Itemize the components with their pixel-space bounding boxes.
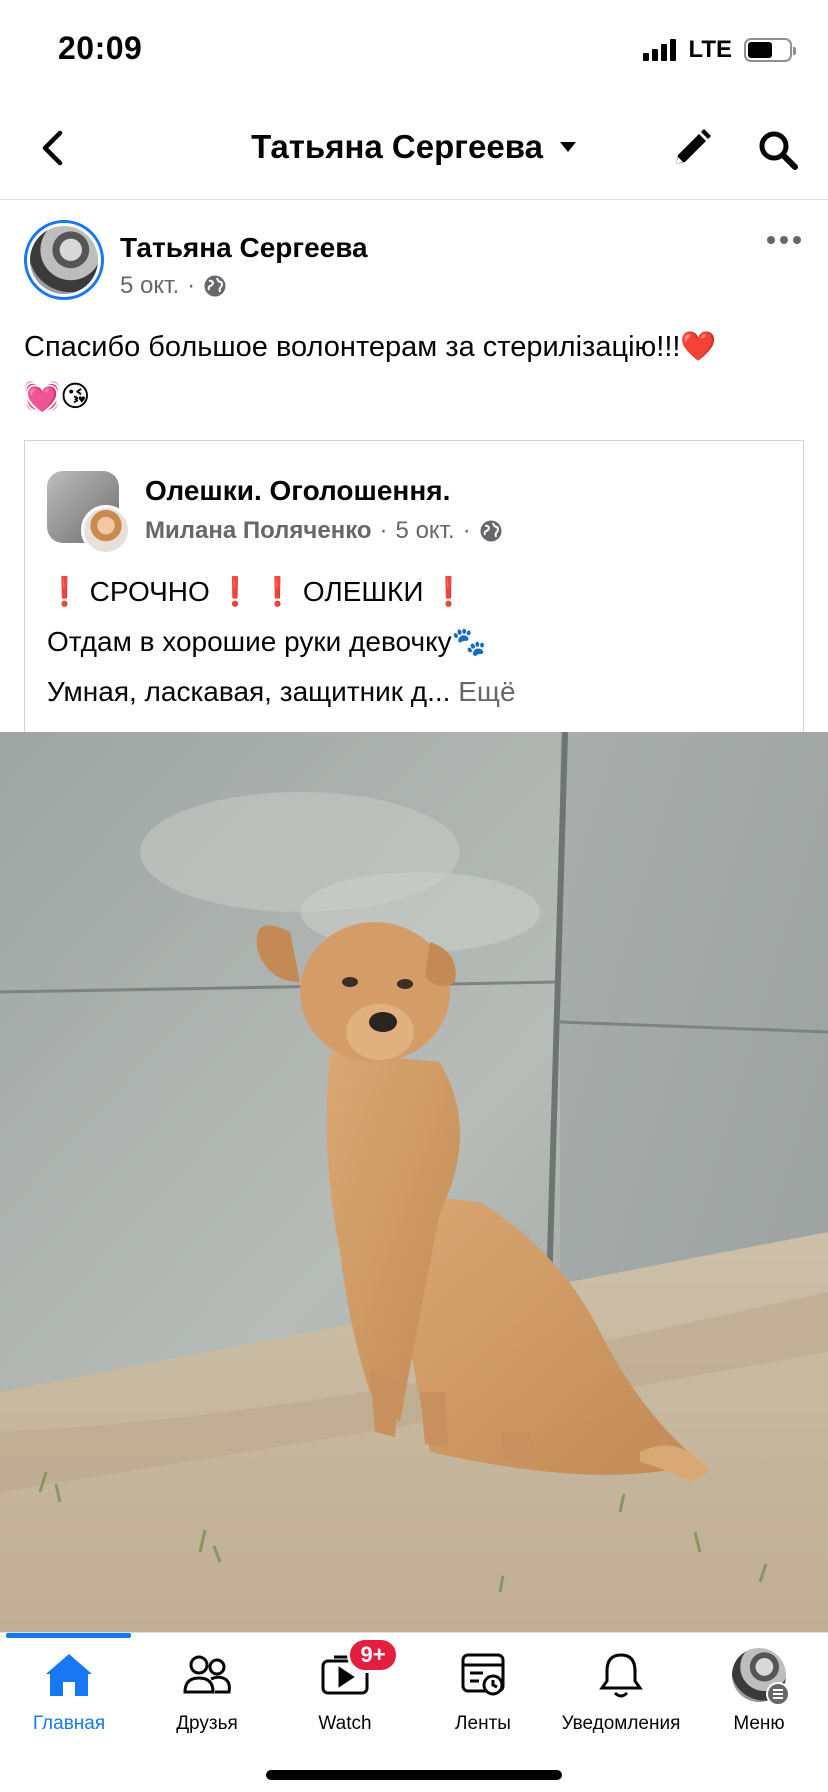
- author-name[interactable]: Татьяна Сергеева: [120, 232, 368, 264]
- author-avatar[interactable]: [24, 220, 104, 300]
- bell-icon: [593, 1647, 649, 1703]
- shared-text-line: Отдам в хорошие руки девочку🐾: [47, 626, 487, 657]
- shared-post-card[interactable]: Олешки. Оголошення. Милана Поляченко · 5…: [24, 440, 804, 732]
- post-emoji-line: 💓😘: [24, 381, 91, 413]
- globe-icon: [204, 275, 226, 297]
- active-tab-indicator: [6, 1633, 131, 1638]
- post-text: Спасибо большое волонтерам за стерилізац…: [24, 322, 804, 422]
- facebook-post-screen: 20:09 LTE Татьяна Сергеева Татьяна Серге…: [0, 0, 828, 1792]
- shared-text: ❗ СРОЧНО ❗ ❗ ОЛЕШКИ ❗ Отдам в хорошие ру…: [47, 567, 787, 717]
- globe-icon: [480, 520, 502, 542]
- signal-icon: [643, 39, 677, 61]
- post-photo-dog[interactable]: [0, 732, 828, 1632]
- tab-friends[interactable]: Друзья: [138, 1647, 276, 1747]
- tab-home[interactable]: Главная: [0, 1647, 138, 1747]
- more-options-button[interactable]: [764, 228, 804, 252]
- shared-date[interactable]: 5 окт.: [396, 517, 455, 545]
- bottom-tab-bar: Главная Друзья 9+ Watch Ленты Уведомлени…: [0, 1632, 828, 1792]
- see-more-link[interactable]: Ещё: [458, 676, 515, 707]
- sharer-avatar[interactable]: [81, 505, 131, 555]
- menu-lines-icon: [766, 1682, 790, 1706]
- tab-label: Ленты: [455, 1713, 511, 1734]
- post-header: Татьяна Сергеева 5 окт. ·: [24, 218, 804, 308]
- tab-label: Меню: [733, 1713, 785, 1734]
- search-button[interactable]: [752, 124, 804, 176]
- post-meta: 5 окт. ·: [120, 272, 227, 300]
- meta-separator: ·: [379, 517, 388, 544]
- group-avatar[interactable]: [47, 471, 131, 555]
- group-name[interactable]: Олешки. Оголошення.: [145, 475, 450, 507]
- tab-menu[interactable]: Меню: [690, 1647, 828, 1747]
- network-type: LTE: [688, 36, 732, 63]
- exclamation-icon: ❗: [431, 576, 467, 607]
- exclamation-icon: ❗: [47, 576, 82, 607]
- nav-bar: Татьяна Сергеева: [0, 100, 828, 200]
- search-icon: [759, 131, 798, 170]
- tab-notifications[interactable]: Уведомления: [552, 1647, 690, 1747]
- watch-badge: 9+: [347, 1637, 399, 1673]
- tab-label: Главная: [32, 1713, 106, 1734]
- post-date[interactable]: 5 окт.: [120, 272, 179, 300]
- edit-button[interactable]: [668, 124, 716, 172]
- friends-icon: [179, 1647, 235, 1703]
- tab-label: Уведомления: [561, 1713, 681, 1734]
- feeds-icon: [455, 1647, 511, 1703]
- shared-urgent-line: ❗ СРОЧНО ❗ ❗ ОЛЕШКИ ❗: [47, 567, 787, 617]
- location-text: ОЛЕШКИ: [302, 576, 424, 607]
- shared-meta: Милана Поляченко · 5 окт. ·: [145, 517, 503, 545]
- home-icon: [41, 1647, 97, 1703]
- meta-separator: ·: [462, 517, 471, 544]
- status-bar: 20:09 LTE: [0, 0, 828, 100]
- more-dots-icon: [767, 236, 801, 244]
- exclamation-icon: ❗: [260, 576, 296, 607]
- battery-icon: [744, 38, 796, 62]
- status-time: 20:09: [58, 30, 143, 66]
- tab-feeds[interactable]: Ленты: [414, 1647, 552, 1747]
- tab-label: Друзья: [176, 1713, 238, 1734]
- caret-down-icon: [559, 142, 576, 152]
- nav-title: Татьяна Сергеева: [251, 128, 543, 165]
- status-indicators: LTE: [643, 36, 796, 64]
- urgent-text: СРОЧНО: [89, 576, 210, 607]
- sharer-name[interactable]: Милана Поляченко: [145, 517, 372, 545]
- meta-separator: ·: [187, 272, 196, 299]
- dog-photo-illustration: [0, 732, 828, 1632]
- shared-text-line-truncated: Умная, ласкавая, защитник д... Ещё: [47, 676, 516, 707]
- watch-icon: 9+: [317, 1637, 399, 1703]
- home-indicator: [266, 1770, 562, 1780]
- tab-label: Watch: [318, 1713, 372, 1734]
- tab-watch[interactable]: 9+ Watch: [276, 1637, 414, 1747]
- post-text-line: Спасибо большое волонтерам за стерилізац…: [24, 331, 717, 363]
- pencil-icon: [676, 129, 711, 164]
- exclamation-icon: ❗: [217, 576, 253, 607]
- menu-avatar-icon: [731, 1647, 790, 1706]
